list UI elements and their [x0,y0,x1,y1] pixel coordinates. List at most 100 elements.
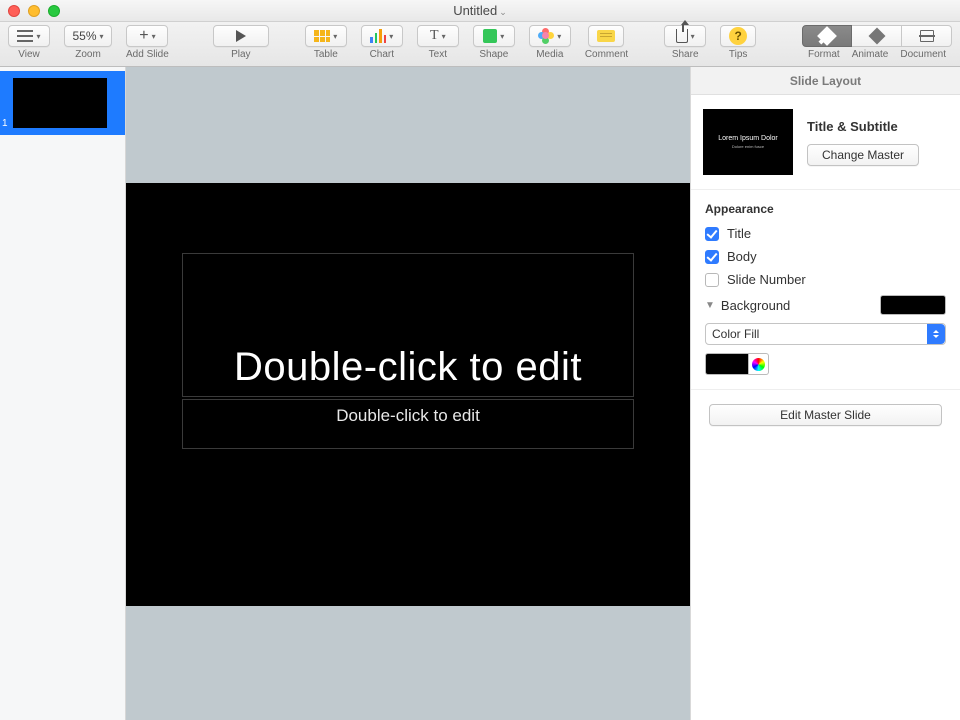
chevron-down-icon: ▾ [500,32,504,41]
shape-group: ▾ Shape [473,25,515,60]
play-group: Play [213,25,269,60]
chevron-down-icon: ▾ [557,32,561,41]
format-label: Format [808,49,840,60]
share-group: ▾ Share [664,25,706,60]
format-tab[interactable] [802,25,852,47]
view-icon [17,30,33,42]
view-label: View [18,49,40,60]
background-color-well[interactable] [705,353,749,375]
share-label: Share [672,49,699,60]
minimize-window-button[interactable] [28,5,40,17]
share-icon [676,29,688,43]
brush-icon [817,26,837,46]
chart-group: ▾ Chart [361,25,403,60]
media-group: ▾ Media [529,25,571,60]
body-checkbox[interactable] [705,250,719,264]
appearance-label: Appearance [705,202,946,216]
document-icon [920,30,934,42]
body-checkbox-label: Body [727,249,757,264]
document-label: Document [900,49,946,60]
tips-group: ? Tips [720,25,756,60]
master-name: Title & Subtitle [807,119,948,134]
zoom-value: 55% [72,29,96,43]
media-label: Media [536,49,563,60]
background-label: Background [721,298,790,313]
view-button[interactable]: ▾ [8,25,50,47]
animate-tab[interactable] [852,25,902,47]
tips-button[interactable]: ? [720,25,756,47]
inspector-tabs-group: Format Animate Document [802,25,952,60]
slide-canvas[interactable]: Double-click to edit Double-click to edi… [126,67,690,720]
add-slide-button[interactable]: + ▾ [126,25,168,47]
edit-master-slide-button[interactable]: Edit Master Slide [709,404,942,426]
appearance-section: Appearance Title Body Slide Number ▼ Bac… [691,190,960,389]
tips-label: Tips [729,49,748,60]
title-placeholder[interactable]: Double-click to edit [182,253,634,397]
inspector-header: Slide Layout [691,67,960,95]
edit-master-section: Edit Master Slide [691,389,960,440]
body-checkbox-row[interactable]: Body [705,249,946,264]
select-stepper-icon [927,324,945,344]
zoom-window-button[interactable] [48,5,60,17]
comment-group: Comment [585,25,628,60]
zoom-button[interactable]: 55% ▾ [64,25,112,47]
media-button[interactable]: ▾ [529,25,571,47]
toolbar: ▾ View 55% ▾ Zoom + ▾ Add Slide Play ▾ T… [0,22,960,67]
shape-label: Shape [479,49,508,60]
add-slide-group: + ▾ Add Slide [126,25,169,60]
background-header[interactable]: ▼ Background [705,295,946,315]
slide-number-checkbox-row[interactable]: Slide Number [705,272,946,287]
chart-button[interactable]: ▾ [361,25,403,47]
master-thumb-subtitle: Dolore enim fusce [732,144,764,149]
tips-icon: ? [729,27,747,45]
chevron-down-icon: ▾ [152,32,156,41]
play-button[interactable] [213,25,269,47]
traffic-lights [8,5,60,17]
slide-thumbnail[interactable]: 1 [0,75,125,131]
shape-button[interactable]: ▾ [473,25,515,47]
document-tab[interactable] [902,25,952,47]
zoom-label: Zoom [75,49,101,60]
share-button[interactable]: ▾ [664,25,706,47]
text-button[interactable]: T ▾ [417,25,459,47]
color-picker-button[interactable] [749,353,769,375]
master-thumbnail: Lorem Ipsum Dolor Dolore enim fusce [703,109,793,175]
comment-button[interactable] [588,25,624,47]
title-checkbox-row[interactable]: Title [705,226,946,241]
title-placeholder-text: Double-click to edit [234,345,582,390]
master-thumb-title: Lorem Ipsum Dolor [718,135,778,142]
shape-icon [483,29,497,43]
inspector-tabs [802,25,952,47]
diamond-icon [868,28,885,45]
title-checkbox-label: Title [727,226,751,241]
subtitle-placeholder[interactable]: Double-click to edit [182,399,634,449]
comment-icon [597,30,615,42]
color-wheel-icon [752,358,765,371]
subtitle-placeholder-text: Double-click to edit [336,406,480,426]
master-section: Lorem Ipsum Dolor Dolore enim fusce Titl… [691,95,960,190]
slide-navigator[interactable]: 1 [0,67,126,720]
slide-number-checkbox[interactable] [705,273,719,287]
play-label: Play [231,49,250,60]
chevron-down-icon: ▾ [389,32,393,41]
chevron-down-icon: ▾ [36,32,40,41]
background-color-row [705,353,946,375]
main-area: 1 Double-click to edit Double-click to e… [0,67,960,720]
chart-label: Chart [370,49,394,60]
comment-label: Comment [585,49,628,60]
background-swatch[interactable] [880,295,946,315]
text-icon: T [430,28,439,44]
change-master-button[interactable]: Change Master [807,144,919,166]
chevron-down-icon: ⌄ [499,7,507,17]
slide[interactable]: Double-click to edit Double-click to edi… [126,183,690,606]
table-button[interactable]: ▾ [305,25,347,47]
fill-type-select[interactable]: Color Fill [705,323,946,345]
title-checkbox[interactable] [705,227,719,241]
add-slide-label: Add Slide [126,49,169,60]
slide-number: 1 [2,118,8,129]
zoom-group: 55% ▾ Zoom [64,25,112,60]
plus-icon: + [139,27,148,45]
close-window-button[interactable] [8,5,20,17]
disclosure-triangle-icon[interactable]: ▼ [705,300,715,311]
document-title[interactable]: Untitled⌄ [0,3,960,18]
